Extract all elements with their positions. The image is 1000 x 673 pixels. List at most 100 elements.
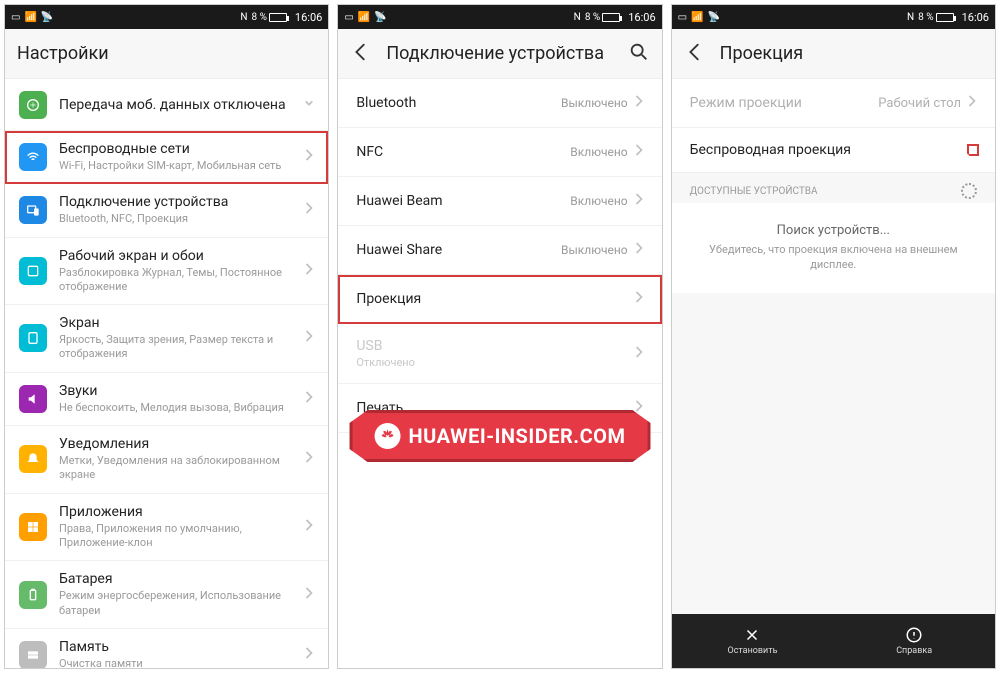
clock: 16:06 bbox=[295, 11, 322, 24]
chevron-right-icon bbox=[634, 142, 644, 162]
nfc-icon: N bbox=[574, 12, 581, 23]
row-wireless-projection: Беспроводная проекция bbox=[672, 128, 995, 173]
chevron-right-icon bbox=[304, 261, 314, 281]
row-title: Беспроводные сети bbox=[59, 141, 292, 157]
watermark-text: HUAWEI-INSIDER.COM bbox=[409, 424, 626, 448]
wifi-icon: 📡 bbox=[41, 12, 53, 23]
nfc-icon: N bbox=[907, 12, 914, 23]
search-button[interactable] bbox=[628, 41, 650, 67]
status-bar: ▭ 📶 📡 N 8 % 16:06 bbox=[5, 5, 328, 29]
chevron-right-icon bbox=[967, 93, 977, 113]
row-title: Приложения bbox=[59, 504, 292, 520]
row-projection[interactable]: Проекция bbox=[338, 275, 661, 324]
row-title: Экран bbox=[59, 315, 292, 331]
back-button[interactable] bbox=[350, 41, 372, 67]
row-huawei-beam[interactable]: Huawei Beam Включено bbox=[338, 177, 661, 226]
highlight-box bbox=[969, 146, 977, 154]
row-subtitle: Wi-Fi, Настройки SIM-карт, Мобильная сет… bbox=[59, 159, 292, 173]
projection-list: Режим проекции Рабочий стол Беспроводная… bbox=[672, 79, 995, 614]
row-subtitle: Не беспокоить, Мелодия вызова, Вибрация bbox=[59, 401, 292, 415]
row-title: Батарея bbox=[59, 571, 292, 587]
page-title: Проекция bbox=[720, 43, 983, 64]
chevron-right-icon bbox=[304, 389, 314, 409]
signal-icon: 📶 bbox=[691, 12, 703, 23]
chevron-right-icon bbox=[304, 449, 314, 469]
row-subtitle: Разблокировка Журнал, Темы, Постоянное о… bbox=[59, 266, 292, 295]
page-title: Настройки bbox=[17, 43, 316, 64]
row-display[interactable]: Экран Яркость, Защита зрения, Размер тек… bbox=[5, 305, 328, 373]
huawei-logo-icon bbox=[375, 423, 401, 449]
signal-icon: 📶 bbox=[24, 12, 36, 23]
chevron-right-icon bbox=[304, 147, 314, 167]
row-nfc[interactable]: NFC Включено bbox=[338, 128, 661, 177]
volte-icon: ▭ bbox=[678, 12, 687, 23]
wallpaper-icon bbox=[19, 257, 47, 285]
chevron-right-icon bbox=[634, 93, 644, 113]
row-subtitle: Яркость, Защита зрения, Размер текста и … bbox=[59, 333, 292, 362]
screen-settings: ▭ 📶 📡 N 8 % 16:06 Настройки Передача моб… bbox=[4, 4, 329, 669]
row-battery[interactable]: Батарея Режим энергосбережения, Использо… bbox=[5, 561, 328, 629]
row-subtitle: Метки, Уведомления на заблокированном эк… bbox=[59, 454, 292, 483]
row-title: Рабочий экран и обои bbox=[59, 248, 292, 264]
row-mobile-data[interactable]: Передача моб. данных отключена bbox=[5, 79, 328, 131]
bottom-bar: Остановить Справка bbox=[672, 614, 995, 668]
chevron-right-icon bbox=[634, 191, 644, 211]
back-button[interactable] bbox=[684, 41, 706, 67]
row-huawei-share[interactable]: Huawei Share Выключено bbox=[338, 226, 661, 275]
volte-icon: ▭ bbox=[11, 12, 20, 23]
wifi-icon: 📡 bbox=[708, 12, 720, 23]
screen-device-connection: ▭ 📶 📡 N 8 % 16:06 Подключение устройства… bbox=[337, 4, 662, 669]
screen-projection: ▭ 📶 📡 N 8 % 16:06 Проекция Режим проекци… bbox=[671, 4, 996, 669]
chevron-right-icon bbox=[304, 517, 314, 537]
battery-indicator: 8 % bbox=[918, 12, 953, 23]
battery-indicator: 8 % bbox=[585, 12, 620, 23]
row-projection-mode[interactable]: Режим проекции Рабочий стол bbox=[672, 79, 995, 128]
battery-icon bbox=[19, 581, 47, 609]
loading-spinner-icon bbox=[961, 183, 977, 199]
row-device-connection[interactable]: Подключение устройства Bluetooth, NFC, П… bbox=[5, 184, 328, 237]
section-available-devices: ДОСТУПНЫЕ УСТРОЙСТВА bbox=[672, 173, 995, 203]
data-icon bbox=[19, 91, 47, 119]
row-subtitle: Режим энергосбережения, Использование ба… bbox=[59, 589, 292, 618]
row-subtitle: Bluetooth, NFC, Проекция bbox=[59, 212, 292, 226]
row-bluetooth[interactable]: Bluetooth Выключено bbox=[338, 79, 661, 128]
status-bar: ▭ 📶 📡 N 8 % 16:06 bbox=[338, 5, 661, 29]
row-storage[interactable]: Память Очистка памяти bbox=[5, 629, 328, 668]
apps-icon bbox=[19, 513, 47, 541]
connection-list: Bluetooth Выключено NFC Включено Huawei … bbox=[338, 79, 661, 668]
display-icon bbox=[19, 324, 47, 352]
chevron-right-icon bbox=[634, 344, 644, 364]
row-wireless-networks[interactable]: Беспроводные сети Wi-Fi, Настройки SIM-к… bbox=[5, 131, 328, 184]
stop-button[interactable]: Остановить bbox=[672, 614, 834, 668]
header: Настройки bbox=[5, 29, 328, 79]
settings-list: Передача моб. данных отключена Беспровод… bbox=[5, 79, 328, 668]
wifi-icon bbox=[19, 143, 47, 171]
watermark: HUAWEI-INSIDER.COM bbox=[350, 410, 651, 462]
chevron-right-icon bbox=[304, 585, 314, 605]
battery-indicator: 8 % bbox=[251, 12, 286, 23]
chevron-down-icon bbox=[304, 95, 314, 115]
row-title: Память bbox=[59, 639, 292, 655]
volte-icon: ▭ bbox=[344, 12, 353, 23]
chevron-right-icon bbox=[634, 289, 644, 309]
row-home-wallpaper[interactable]: Рабочий экран и обои Разблокировка Журна… bbox=[5, 238, 328, 306]
chevron-right-icon bbox=[634, 240, 644, 260]
status-bar: ▭ 📶 📡 N 8 % 16:06 bbox=[672, 5, 995, 29]
help-button[interactable]: Справка bbox=[833, 614, 995, 668]
row-subtitle: Очистка памяти bbox=[59, 657, 292, 668]
header: Подключение устройства bbox=[338, 29, 661, 79]
chevron-right-icon bbox=[304, 645, 314, 665]
row-title: Подключение устройства bbox=[59, 194, 292, 210]
row-apps[interactable]: Приложения Права, Приложения по умолчани… bbox=[5, 494, 328, 562]
row-sounds[interactable]: Звуки Не беспокоить, Мелодия вызова, Виб… bbox=[5, 373, 328, 426]
storage-icon bbox=[19, 641, 47, 668]
wifi-icon: 📡 bbox=[374, 12, 386, 23]
row-title: Передача моб. данных отключена bbox=[59, 97, 292, 113]
sound-icon bbox=[19, 385, 47, 413]
row-title: Уведомления bbox=[59, 436, 292, 452]
header: Проекция bbox=[672, 29, 995, 79]
bell-icon bbox=[19, 445, 47, 473]
row-usb: USB Отключено bbox=[338, 324, 661, 384]
row-notifications[interactable]: Уведомления Метки, Уведомления на заблок… bbox=[5, 426, 328, 494]
row-title: Звуки bbox=[59, 383, 292, 399]
